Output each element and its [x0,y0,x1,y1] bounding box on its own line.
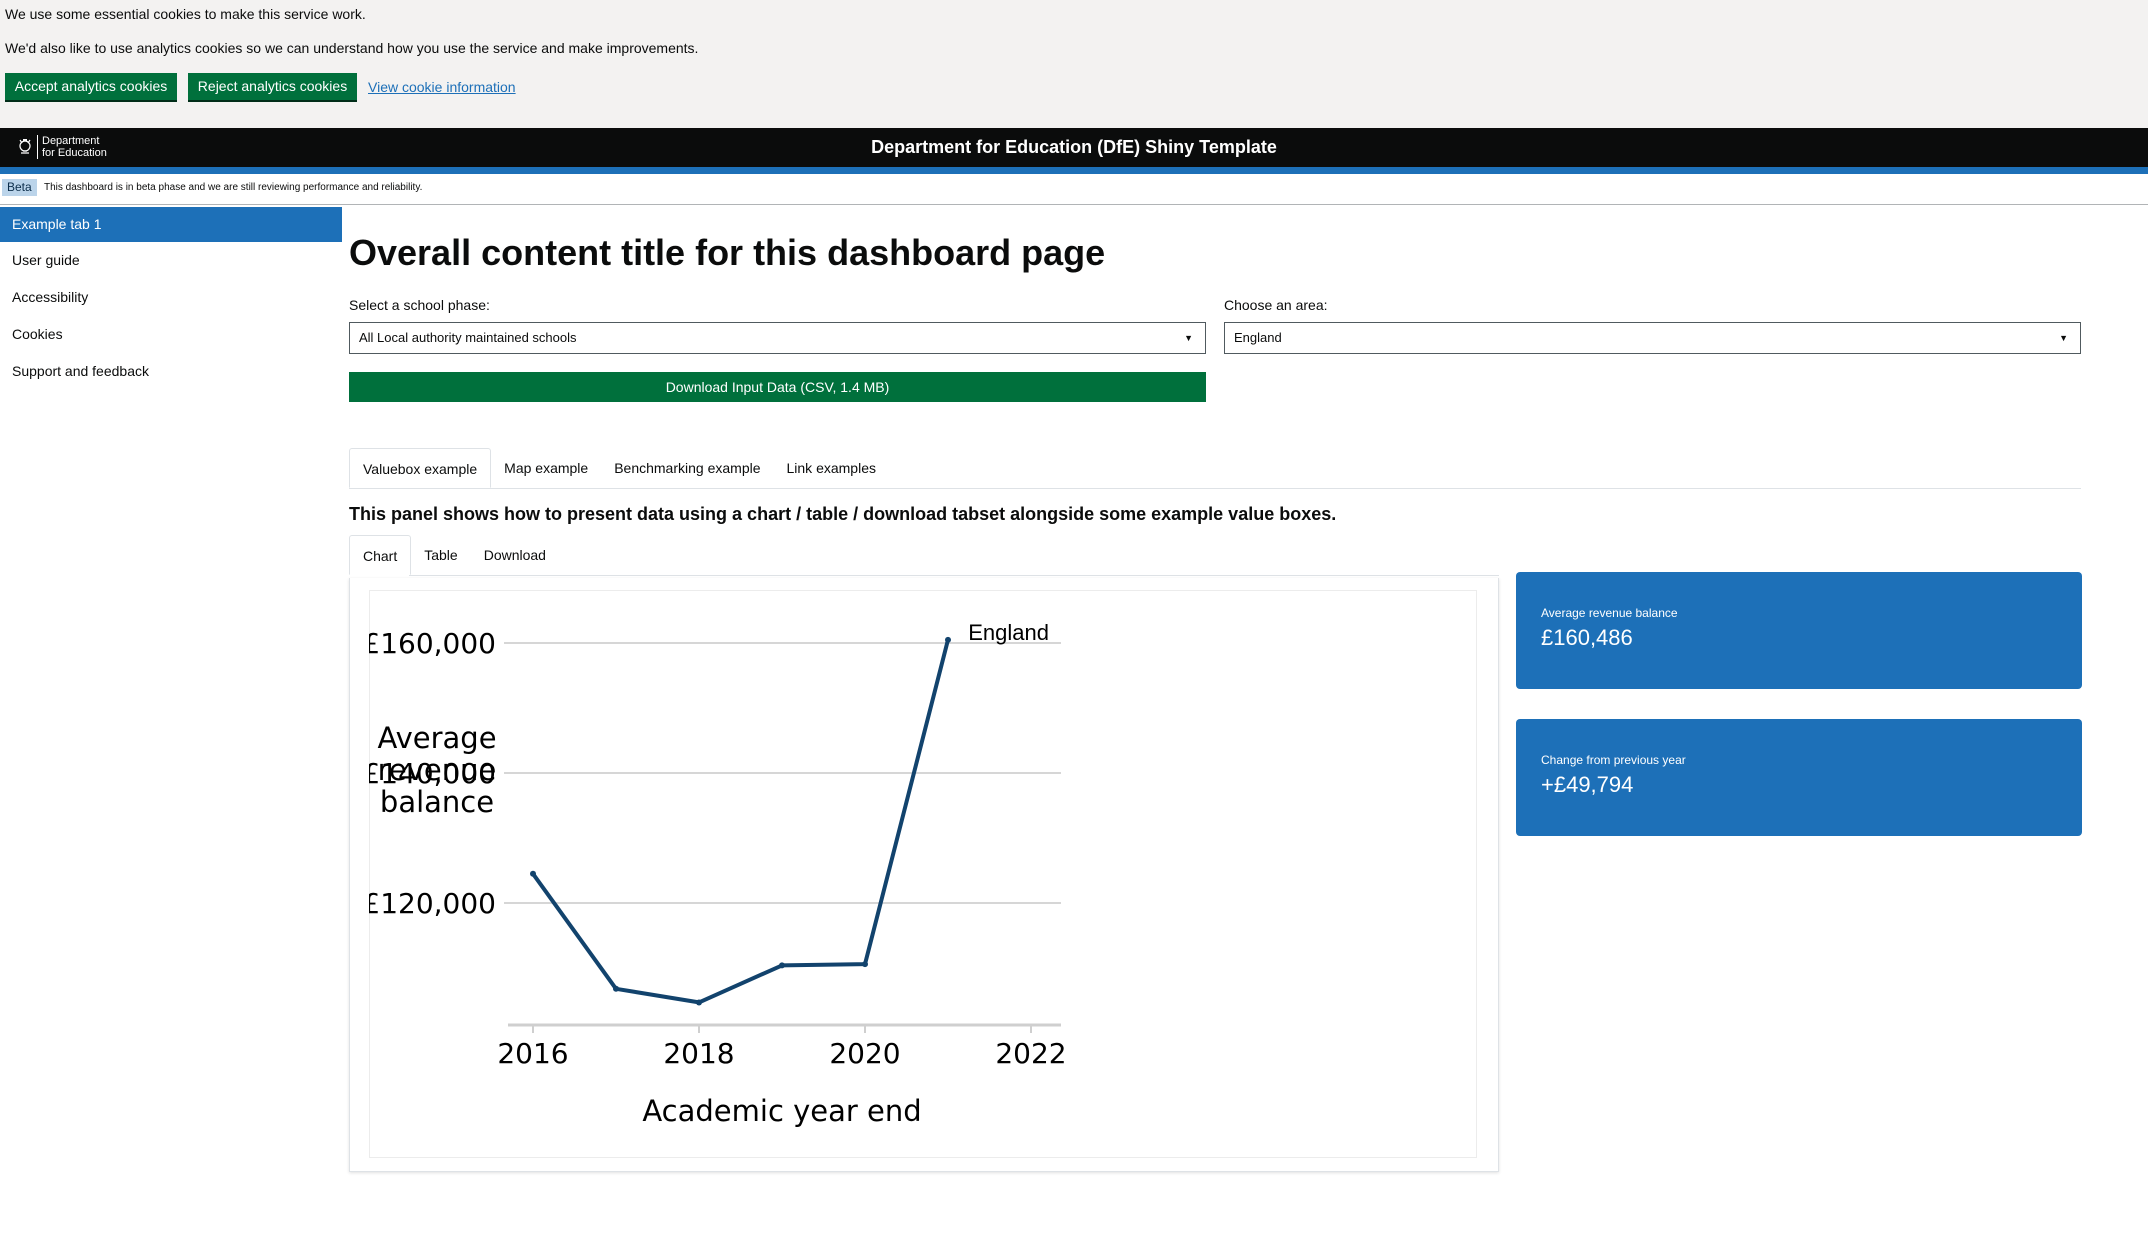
valuebox-value: £160,486 [1541,625,1633,650]
data-point [779,962,785,969]
tab-map-example[interactable]: Map example [491,448,601,488]
series-line-england [531,639,950,1005]
y-tick-label: £160,000 [369,627,496,660]
x-tick-label: 2022 [995,1037,1066,1070]
school-phase-label: Select a school phase: [349,297,490,313]
beta-text: This dashboard is in beta phase and we a… [44,182,423,193]
chart-table-download-tabs: Chart Table Download [349,535,559,575]
x-tick-label: 2016 [497,1037,568,1070]
subtabs-divider [409,575,1499,576]
view-cookie-information-link[interactable]: View cookie information [368,79,516,95]
tab-link-examples[interactable]: Link examples [774,448,890,488]
data-point [945,636,951,643]
y-axis-title: Average revenue balance [377,721,496,819]
beta-tag: Beta [2,179,37,196]
valuebox-change-from-previous-year: Change from previous year +£49,794 [1516,719,2082,836]
page-title: Overall content title for this dashboard… [349,232,1106,273]
data-point [862,961,868,968]
dropdown-caret-icon: ▼ [2059,333,2068,343]
sidebar-item-example-tab-1[interactable]: Example tab 1 [0,207,342,242]
site-header: Department for Education Department for … [0,128,2148,167]
data-point [530,870,536,877]
download-input-data-button[interactable]: Download Input Data (CSV, 1.4 MB) [349,372,1206,402]
valuebox-title: Average revenue balance [1541,606,1678,620]
panel-description: This panel shows how to present data usi… [349,504,1337,524]
example-tabs: Valuebox example Map example Benchmarkin… [349,448,889,488]
tab-table[interactable]: Table [411,535,470,575]
data-point [613,985,619,992]
tab-benchmarking-example[interactable]: Benchmarking example [601,448,773,488]
sidebar-item-cookies[interactable]: Cookies [0,316,342,353]
beta-banner: Beta This dashboard is in beta phase and… [0,174,2148,205]
school-phase-value: All Local authority maintained schools [359,330,577,345]
x-axis-title: Academic year end [642,1094,921,1128]
sidebar-item-support-and-feedback[interactable]: Support and feedback [0,353,342,390]
valuebox-title: Change from previous year [1541,753,1686,767]
y-tick-label: £120,000 [369,887,496,920]
tab-valuebox-example[interactable]: Valuebox example [349,448,492,488]
revenue-balance-line-chart: £120,000£140,000£160,000 2016 2018 2020 202… [369,620,1067,1128]
area-value: England [1234,330,1282,345]
area-select[interactable]: England ▼ [1224,322,2081,354]
series-points [530,636,951,1006]
valuebox-value: +£49,794 [1541,772,1634,797]
sidebar-nav: Example tab 1 User guide Accessibility C… [0,207,342,390]
valuebox-average-revenue-balance: Average revenue balance £160,486 [1516,572,2082,689]
cookie-analytics-text: We'd also like to use analytics cookies … [5,40,699,56]
accept-analytics-cookies-button[interactable]: Accept analytics cookies [5,73,177,100]
data-point [696,999,702,1006]
sidebar-item-user-guide[interactable]: User guide [0,242,342,279]
cookie-banner: We use some essential cookies to make th… [0,0,2148,128]
series-label-england: England [968,620,1049,645]
area-label: Choose an area: [1224,297,1328,313]
tab-download[interactable]: Download [471,535,559,575]
tabs-divider [349,488,2081,489]
dropdown-caret-icon: ▼ [1184,333,1193,343]
school-phase-select[interactable]: All Local authority maintained schools ▼ [349,322,1206,354]
header-accent-bar [0,167,2148,174]
x-tick-label: 2020 [829,1037,900,1070]
sidebar-item-accessibility[interactable]: Accessibility [0,279,342,316]
chart-gridlines [504,642,1061,904]
x-axis-ticks: 2016 2018 2020 2022 [497,1025,1067,1070]
reject-analytics-cookies-button[interactable]: Reject analytics cookies [188,73,357,100]
tab-chart[interactable]: Chart [349,535,412,575]
service-title: Department for Education (DfE) Shiny Tem… [871,137,1277,157]
cookie-essential-text: We use some essential cookies to make th… [5,6,366,22]
x-tick-label: 2018 [663,1037,734,1070]
